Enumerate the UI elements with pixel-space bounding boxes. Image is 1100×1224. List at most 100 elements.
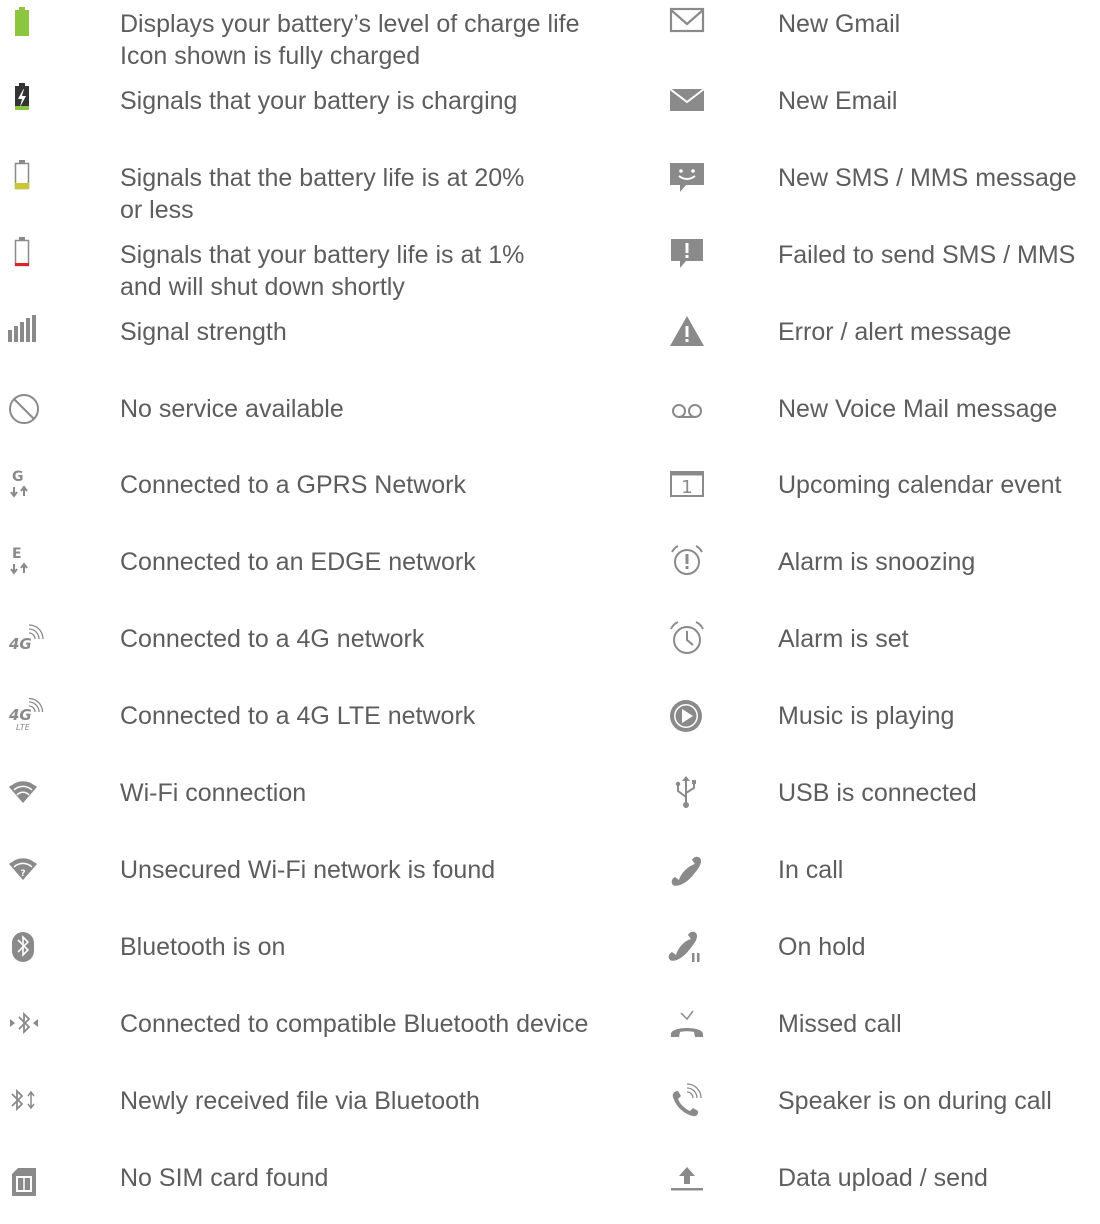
icon-description: Signals that the battery life is at 20% o… [120, 162, 524, 226]
svg-text:4G: 4G [8, 706, 32, 724]
description-line: USB is connected [778, 779, 977, 807]
missed-call-icon [666, 1006, 710, 1042]
gprs-icon: G [4, 467, 48, 503]
icon-description: Unsecured Wi-Fi network is found [120, 854, 495, 886]
icon-description: Error / alert message [778, 316, 1011, 348]
battery-charging-icon [4, 82, 48, 119]
alarm-snooze-icon [666, 544, 710, 580]
description-line: Connected to a 4G LTE network [120, 702, 476, 731]
icon-legend-row: New SMS / MMS message [660, 154, 1100, 224]
icon-description: Newly received file via Bluetooth [120, 1085, 480, 1117]
description-line: New Voice Mail message [778, 394, 1058, 423]
icon-legend-row: Signals that the battery life is at 20% o… [0, 154, 650, 224]
bluetooth-connected-icon [4, 1006, 48, 1042]
icon-legend-row: 4G Connected to a 4G network [0, 615, 650, 685]
gmail-icon [666, 6, 710, 42]
icon-description: Displays your battery’s level of charge … [120, 8, 579, 72]
sms-failed-icon [666, 237, 710, 273]
icon-description: Speaker is on during call [778, 1085, 1052, 1117]
icon-description: Wi-Fi connection [120, 777, 306, 809]
icon-legend-row: E Connected to an EDGE network [0, 538, 650, 608]
icon-legend-row: New Gmail [660, 0, 1100, 70]
icon-legend-row: Speaker is on during call [660, 1077, 1100, 1147]
icon-legend-row: Alarm is snoozing [660, 538, 1100, 608]
description-line: Music is playing [778, 702, 955, 731]
icon-description: New Email [778, 85, 897, 117]
icon-description: USB is connected [778, 777, 977, 809]
icon-legend-row: Wi-Fi connection [0, 769, 650, 839]
edge-icon: E [4, 544, 48, 580]
description-line: Alarm is snoozing [778, 548, 976, 577]
no-sim-icon [4, 1160, 48, 1196]
svg-text:LTE: LTE [16, 723, 31, 732]
on-hold-icon [666, 929, 710, 965]
alarm-set-icon [666, 621, 710, 657]
4g-lte-icon: 4G LTE [4, 698, 48, 734]
icon-legend-row: Connected to compatible Bluetooth device [0, 1000, 650, 1070]
icon-description: Failed to send SMS / MMS [778, 239, 1075, 271]
bluetooth-file-icon [4, 1083, 48, 1119]
speakerphone-icon [666, 1082, 710, 1119]
icon-legend-row: No SIM card found [0, 1154, 650, 1224]
description-line: Wi-Fi connection [120, 779, 307, 807]
description-line: Upcoming calendar event [778, 471, 1062, 500]
calendar-day-number: 1 [681, 477, 692, 498]
description-line: or less [120, 195, 194, 224]
icon-description: Alarm is snoozing [778, 546, 975, 578]
icon-legend-row: Failed to send SMS / MMS [660, 231, 1100, 301]
svg-text:?: ? [20, 869, 25, 879]
description-line: and will shut down shortly [120, 272, 405, 301]
description-line: No SIM card found [120, 1163, 329, 1192]
icon-description: No SIM card found [120, 1162, 328, 1194]
battery-full-icon [4, 6, 48, 42]
description-line: Failed to send SMS / MMS [778, 240, 1076, 269]
description-line: New SMS / MMS message [778, 163, 1077, 192]
icon-description: Missed call [778, 1008, 902, 1040]
wifi-unsecured-icon: ? [4, 852, 48, 888]
icon-description: Alarm is set [778, 623, 909, 655]
icon-description: Connected to a 4G LTE network [120, 700, 475, 732]
usb-icon [666, 775, 710, 811]
icon-description: New SMS / MMS message [778, 162, 1077, 194]
icon-description: Music is playing [778, 700, 954, 732]
battery-low-icon [4, 159, 48, 196]
icon-legend-row: In call [660, 846, 1100, 916]
description-line: Unsecured Wi-Fi network is found [120, 855, 496, 884]
calendar-icon: 1 [666, 467, 710, 503]
icon-legend-row: Missed call [660, 1000, 1100, 1070]
battery-critical-icon [4, 236, 48, 273]
description-line: Displays your battery’s level of charge … [120, 10, 580, 38]
description-line: No service available [120, 394, 344, 423]
icon-description: New Gmail [778, 8, 900, 40]
signal-strength-icon [4, 314, 48, 350]
description-line: Connected to an EDGE network [120, 548, 476, 577]
alert-icon [666, 314, 710, 350]
sms-icon [666, 160, 710, 196]
icon-description: Connected to a 4G network [120, 623, 424, 655]
icon-description: Signal strength [120, 316, 287, 348]
icon-description: On hold [778, 931, 866, 963]
icon-legend-row: New Voice Mail message [660, 385, 1100, 455]
icon-legend-row: ? Unsecured Wi-Fi network is found [0, 846, 650, 916]
voicemail-icon [666, 391, 710, 427]
icon-legend-row: Music is playing [660, 692, 1100, 762]
icon-description: Connected to a GPRS Network [120, 469, 466, 501]
svg-text:E: E [12, 546, 22, 562]
bluetooth-on-icon [4, 929, 48, 965]
description-line: On hold [778, 932, 866, 961]
icon-description: Upcoming calendar event [778, 469, 1062, 501]
description-line: Connected to compatible Bluetooth device [120, 1009, 589, 1038]
icon-legend-row: 4G LTE Connected to a 4G LTE network [0, 692, 650, 762]
description-line: In call [778, 855, 844, 884]
icon-legend-row: Bluetooth is on [0, 923, 650, 993]
icon-legend-row: On hold [660, 923, 1100, 993]
in-call-icon [666, 852, 710, 888]
wifi-icon [4, 775, 48, 811]
icon-legend-row: Signals that your battery life is at 1% a… [0, 231, 650, 301]
icon-legend-row: Newly received file via Bluetooth [0, 1077, 650, 1147]
description-line: Missed call [778, 1009, 902, 1038]
icon-legend-row: Data upload / send [660, 1154, 1100, 1224]
icon-legend-row: Alarm is set [660, 615, 1100, 685]
svg-text:G: G [12, 469, 24, 485]
icon-legend-row: No service available [0, 385, 650, 455]
